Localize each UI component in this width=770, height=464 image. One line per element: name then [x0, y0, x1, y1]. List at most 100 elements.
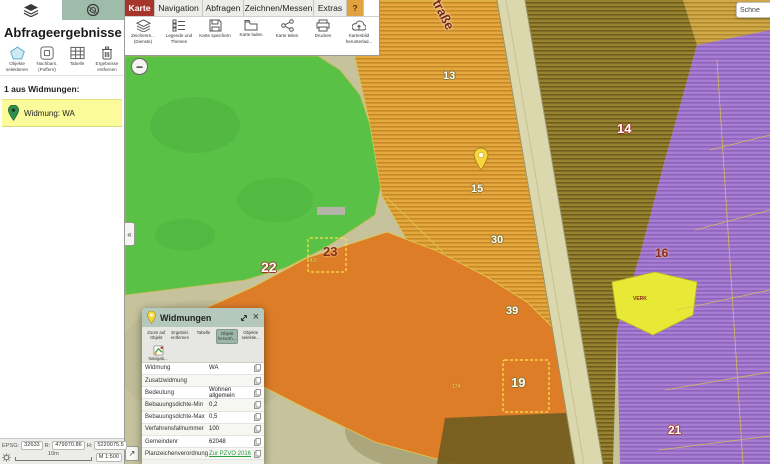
copy-icon[interactable] — [254, 450, 261, 458]
navigate-button[interactable]: Navigati... — [145, 345, 171, 361]
copy-icon[interactable] — [254, 401, 261, 409]
table-row: Widmung WA — [142, 363, 264, 375]
identify-icon — [86, 3, 100, 17]
save-map-button[interactable]: Karte speichern — [197, 19, 233, 55]
parcel-label-14-2: 14/2 — [307, 258, 317, 264]
result-item-widmung[interactable]: Widmung: WA — [2, 99, 122, 127]
parcel-label-19: 19 — [511, 375, 525, 390]
legend-icon — [161, 19, 197, 32]
scale-bar: 10m — [15, 453, 92, 462]
result-count: 1 aus Widmungen: — [0, 76, 124, 99]
menubar: Karte Navigation Abfragen Zeichnen/Messe… — [125, 0, 379, 17]
top-panel: Karte Navigation Abfragen Zeichnen/Messe… — [125, 0, 380, 56]
highlight-object-button[interactable]: Objekt hervorh... — [216, 329, 239, 344]
load-map-button[interactable]: Karte laden — [233, 19, 269, 55]
close-icon[interactable]: × — [253, 312, 259, 323]
parcel-label-174: 174 — [452, 384, 460, 390]
parcel-label-22: 22 — [261, 259, 277, 275]
zoom-out-button[interactable]: − — [131, 58, 148, 75]
sidebar: Abfrageergebnisse Objekte selektieren Na… — [0, 0, 125, 464]
h-label: H: — [87, 443, 93, 449]
table-row: Bedeutung Wohnen allgemein — [142, 387, 264, 399]
remove-results-tool[interactable]: Ergebnisse entfernen — [92, 46, 122, 72]
sidebar-collapse-button[interactable]: « — [125, 222, 135, 246]
attribute-table: Widmung WA Zusatzwidmung Bedeutung Wohne… — [142, 363, 264, 461]
table-row: Zusatzwidmung — [142, 375, 264, 387]
parcel-label-39: 39 — [506, 305, 518, 317]
polygon-select-icon — [2, 46, 32, 60]
webgis-app: 13 14 15 16 19 21 22 23 30 39 VERK 14/2 … — [0, 0, 770, 464]
save-icon — [197, 19, 233, 32]
map-canvas[interactable]: 13 14 15 16 19 21 22 23 30 39 VERK 14/2 … — [125, 0, 770, 464]
table-tool[interactable]: Tabelle — [62, 46, 92, 72]
legend-button[interactable]: Legende und Themen — [161, 19, 197, 55]
parcel-label-14: 14 — [617, 121, 631, 136]
scale-value: M 1:500 — [96, 453, 122, 462]
table-row: Bebauungsdichte-Max 0,5 — [142, 412, 264, 424]
status-bar: EPSG: 32633 R: 479970.86 H: 5220075.5 10… — [0, 438, 124, 464]
trash-icon — [92, 46, 122, 60]
popup-title: Widmungen — [160, 313, 235, 323]
folder-icon — [233, 19, 269, 31]
layers-icon — [23, 3, 39, 17]
parcel-label-23: 23 — [323, 244, 337, 259]
menu-tab-abfragen[interactable]: Abfragen — [203, 0, 244, 16]
popup-widmungen: Widmungen × Zoom auf Objekt Ergebnis ent… — [142, 308, 264, 464]
result-item-label: Widmung: WA — [24, 109, 75, 118]
popup-titlebar[interactable]: Widmungen × — [142, 308, 264, 327]
print-button[interactable]: Drucken — [305, 19, 341, 55]
popout-button[interactable]: ↗ — [125, 446, 139, 461]
parcel-label-13: 13 — [443, 70, 455, 82]
menu-tab-karte[interactable]: Karte — [125, 0, 155, 16]
buffer-icon — [32, 46, 62, 60]
menu-tab-navigation[interactable]: Navigation — [155, 0, 203, 16]
parcel-label-21: 21 — [668, 423, 681, 437]
epsg-value: 32633 — [21, 441, 43, 450]
zone-label-verk: VERK — [633, 296, 647, 302]
menu-tab-extras[interactable]: Extras — [314, 0, 347, 16]
expand-icon[interactable] — [239, 313, 249, 323]
table-row: Planzeichenverordnung Zur PZVO 2016 — [142, 448, 264, 460]
copy-icon[interactable] — [254, 377, 261, 385]
copy-icon[interactable] — [254, 389, 261, 397]
menu-tab-help[interactable]: ? — [347, 0, 364, 16]
gear-icon[interactable] — [2, 453, 11, 462]
select-objects-tool[interactable]: Objekte selektieren — [2, 46, 32, 72]
table-row: Bebauungsdichte-Min 0,2 — [142, 399, 264, 411]
download-image-button[interactable]: Kartenbild herunterlad... — [341, 19, 377, 55]
zoom-to-object-button[interactable]: Zoom auf Objekt — [145, 329, 168, 344]
search-input[interactable] — [736, 2, 770, 18]
r-coordinate: 479970.86 — [52, 441, 84, 450]
epsg-label: EPSG: — [2, 443, 19, 449]
table-row: Gemeindenr 62048 — [142, 436, 264, 448]
pzvo-link[interactable]: Zur PZVO 2016 — [209, 451, 254, 457]
parcel-label-16: 16 — [655, 246, 668, 260]
parcel-label-30: 30 — [491, 234, 503, 246]
select-objects-button[interactable]: Objekte selektie... — [239, 329, 262, 344]
sidebar-tab-layers[interactable] — [0, 0, 62, 20]
copy-icon[interactable] — [254, 364, 261, 372]
buffer-tool[interactable]: Nachbars. (Puffern) — [32, 46, 62, 72]
sidebar-toolbar: Objekte selektieren Nachbars. (Puffern) … — [0, 44, 124, 76]
table-button[interactable]: Tabelle — [192, 329, 215, 344]
menu-tab-zeichnen-messen[interactable]: Zeichnen/Messen — [244, 0, 314, 16]
download-icon — [341, 19, 377, 32]
r-label: R: — [45, 443, 51, 449]
page-title: Abfrageergebnisse — [0, 20, 124, 44]
result-pin-icon — [8, 105, 19, 121]
copy-icon[interactable] — [254, 413, 261, 421]
pin-icon — [147, 311, 156, 324]
layers-icon — [125, 19, 161, 32]
parcel-label-15: 15 — [471, 183, 483, 195]
navigate-icon — [145, 345, 171, 356]
h-coordinate: 5220075.5 — [94, 441, 126, 450]
sidebar-tab-results[interactable] — [62, 0, 124, 20]
table-icon — [62, 46, 92, 60]
share-map-button[interactable]: Karte teilen — [269, 19, 305, 55]
copy-icon[interactable] — [254, 438, 261, 446]
services-button[interactable]: Zeichenre... (Dienste) — [125, 19, 161, 55]
copy-icon[interactable] — [254, 425, 261, 433]
share-icon — [269, 19, 305, 32]
table-row: Verfahrensfallnummer 100 — [142, 424, 264, 436]
remove-result-button[interactable]: Ergebnis entfernen — [169, 329, 192, 344]
